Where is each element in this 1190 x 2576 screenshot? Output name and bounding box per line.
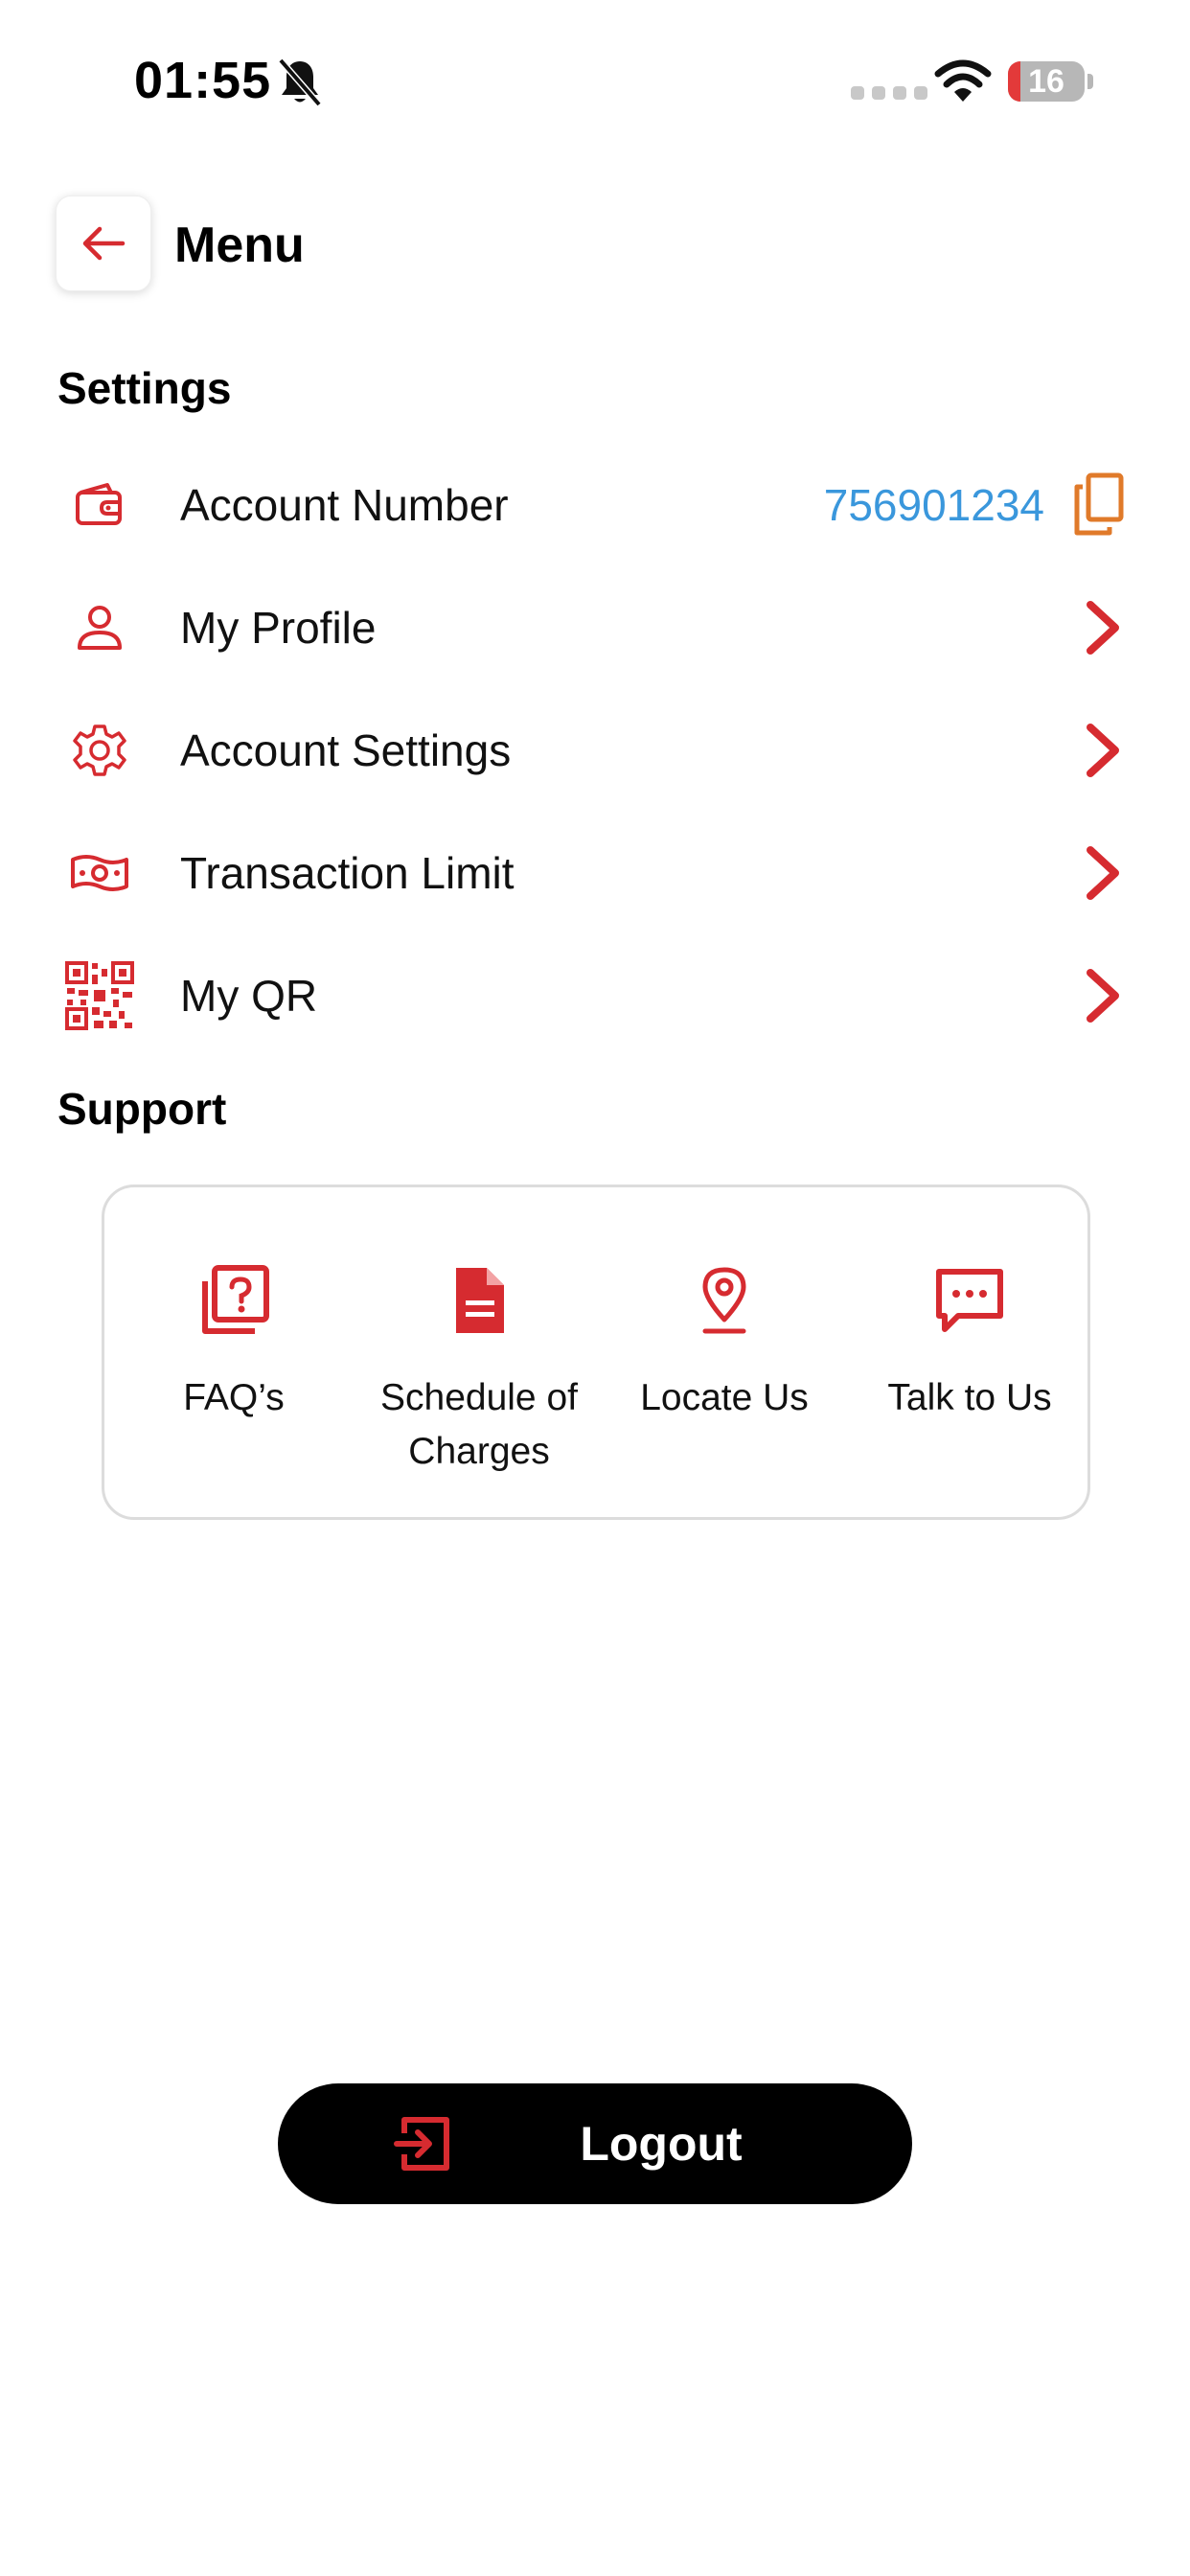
chevron-right-icon bbox=[1087, 969, 1119, 1023]
account-number-row: Account Number 756901234 bbox=[0, 452, 1190, 558]
account-number-label: Account Number bbox=[180, 480, 509, 530]
account-settings-label: Account Settings bbox=[180, 725, 512, 775]
menu-item-account-settings[interactable]: Account Settings bbox=[0, 698, 1190, 803]
menu-item-my-profile[interactable]: My Profile bbox=[0, 575, 1190, 680]
support-item-schedule-of-charges[interactable]: Schedule of Charges bbox=[350, 1187, 608, 1523]
support-section-title: Support bbox=[57, 1084, 227, 1134]
my-profile-label: My Profile bbox=[180, 603, 377, 653]
support-item-locate-us[interactable]: Locate Us bbox=[595, 1187, 854, 1523]
document-icon bbox=[441, 1260, 517, 1341]
menu-item-transaction-limit[interactable]: Transaction Limit bbox=[0, 820, 1190, 926]
account-number-value: 756901234 bbox=[823, 480, 1044, 530]
battery-indicator: 16 bbox=[1008, 61, 1094, 102]
chat-icon bbox=[931, 1260, 1008, 1341]
schedule-of-charges-label: Schedule of Charges bbox=[380, 1377, 578, 1472]
status-time: 01:55 bbox=[134, 52, 272, 109]
copy-icon[interactable] bbox=[1071, 472, 1125, 537]
chevron-right-icon bbox=[1087, 724, 1119, 777]
user-icon bbox=[61, 596, 138, 659]
support-item-talk-to-us[interactable]: Talk to Us bbox=[840, 1187, 1099, 1523]
support-card: FAQ’s Schedule of Charges Locate Us Talk… bbox=[102, 1184, 1090, 1520]
transaction-limit-label: Transaction Limit bbox=[180, 848, 515, 898]
my-qr-label: My QR bbox=[180, 971, 318, 1021]
wifi-icon bbox=[934, 59, 992, 102]
faq-icon bbox=[195, 1260, 272, 1341]
arrow-left-icon bbox=[82, 226, 126, 261]
logout-button[interactable]: Logout bbox=[278, 2083, 912, 2204]
bell-muted-icon bbox=[278, 58, 322, 107]
chevron-right-icon bbox=[1087, 846, 1119, 900]
back-button[interactable] bbox=[56, 196, 151, 291]
page-title: Menu bbox=[174, 218, 305, 273]
menu-item-my-qr[interactable]: My QR bbox=[0, 943, 1190, 1048]
talk-to-us-label: Talk to Us bbox=[887, 1377, 1052, 1418]
locate-us-label: Locate Us bbox=[640, 1377, 809, 1418]
battery-percent: 16 bbox=[1028, 63, 1064, 100]
qr-code-icon bbox=[61, 961, 138, 1030]
wallet-icon bbox=[61, 473, 138, 537]
logout-label: Logout bbox=[580, 2117, 743, 2171]
cellular-signal-icon bbox=[851, 86, 927, 100]
banknote-icon bbox=[61, 841, 138, 905]
settings-section-title: Settings bbox=[57, 363, 232, 413]
faqs-label: FAQ’s bbox=[183, 1377, 285, 1418]
chevron-right-icon bbox=[1087, 601, 1119, 655]
gear-icon bbox=[61, 719, 138, 782]
location-pin-icon bbox=[686, 1260, 763, 1341]
support-item-faqs[interactable]: FAQ’s bbox=[104, 1187, 363, 1523]
